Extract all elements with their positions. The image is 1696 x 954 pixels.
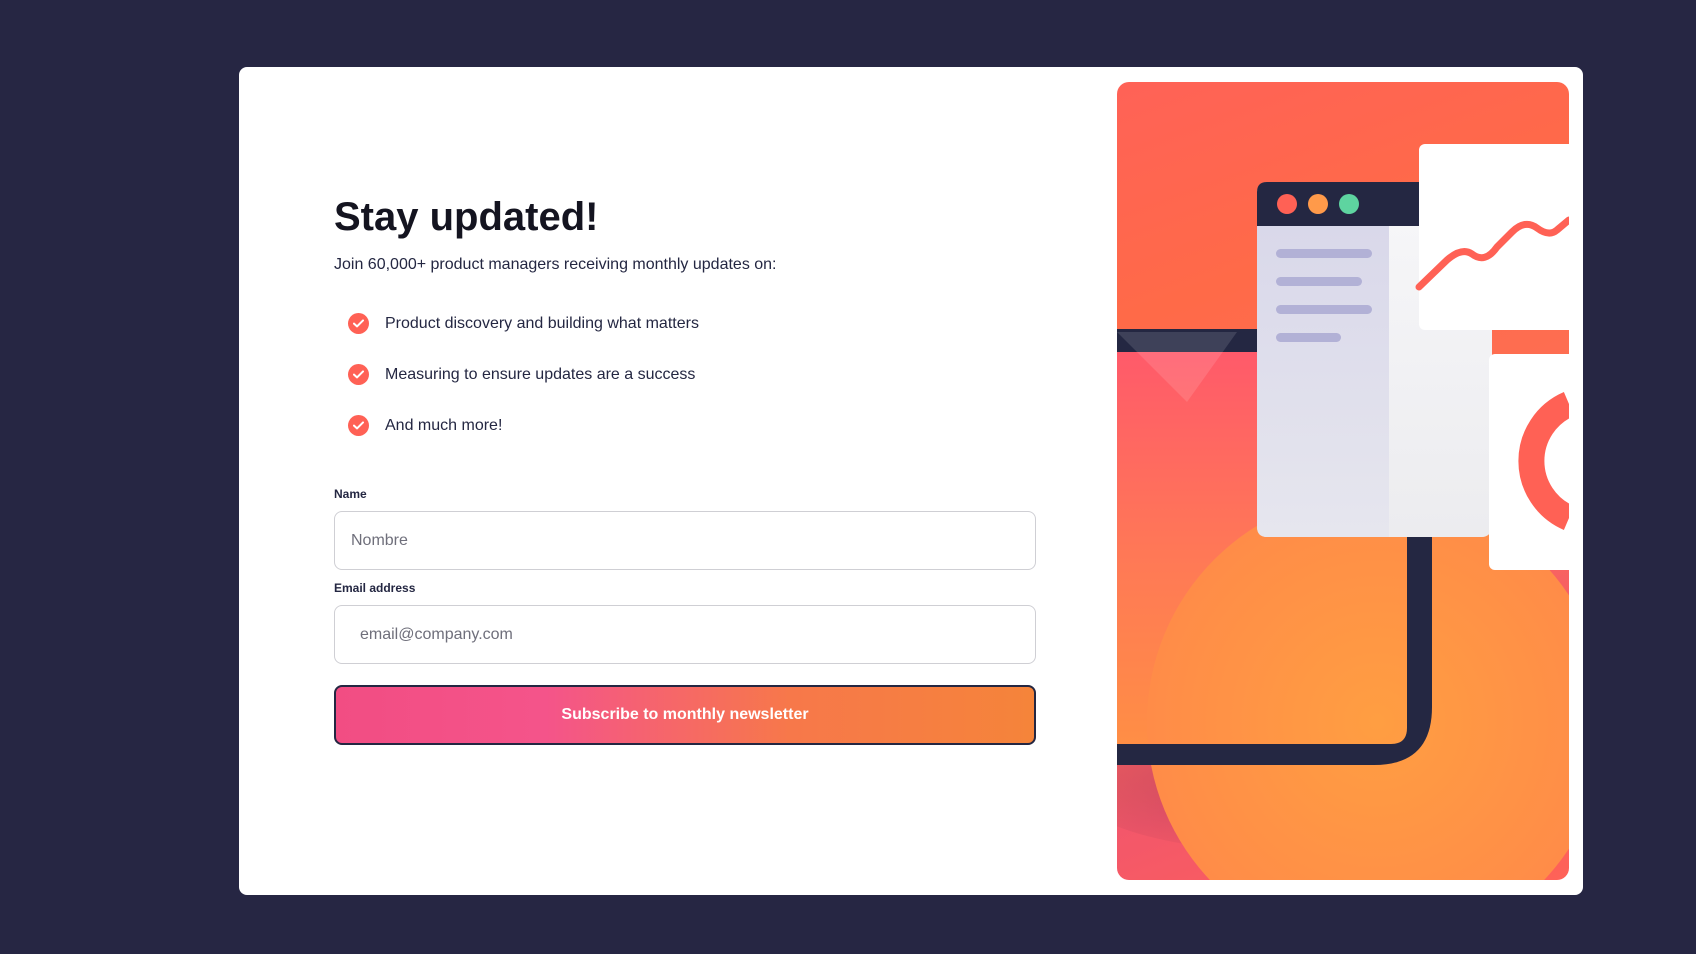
- dashboard-illustration-graphic: [1117, 144, 1569, 880]
- check-icon: [348, 415, 369, 436]
- email-label: Email address: [334, 581, 416, 595]
- list-item: And much more!: [348, 400, 699, 451]
- hero-illustration: [1117, 82, 1569, 880]
- feature-text: Measuring to ensure updates are a succes…: [385, 365, 696, 383]
- window-minimize-dot: [1308, 194, 1328, 214]
- signup-card: Stay updated! Join 60,000+ product manag…: [239, 67, 1583, 895]
- window-close-dot: [1277, 194, 1297, 214]
- name-field[interactable]: [334, 511, 1036, 570]
- email-field[interactable]: [334, 605, 1036, 664]
- feature-text: Product discovery and building what matt…: [385, 314, 699, 332]
- list-item: Product discovery and building what matt…: [348, 298, 699, 349]
- subscribe-button[interactable]: Subscribe to monthly newsletter: [334, 685, 1036, 745]
- check-icon: [348, 364, 369, 385]
- intro-text: Join 60,000+ product managers receiving …: [334, 256, 777, 273]
- name-label: Name: [334, 487, 367, 501]
- feature-list: Product discovery and building what matt…: [348, 298, 699, 451]
- window-maximize-dot: [1339, 194, 1359, 214]
- page-title: Stay updated!: [334, 195, 599, 239]
- list-item: Measuring to ensure updates are a succes…: [348, 349, 699, 400]
- check-icon: [348, 313, 369, 334]
- feature-text: And much more!: [385, 416, 503, 434]
